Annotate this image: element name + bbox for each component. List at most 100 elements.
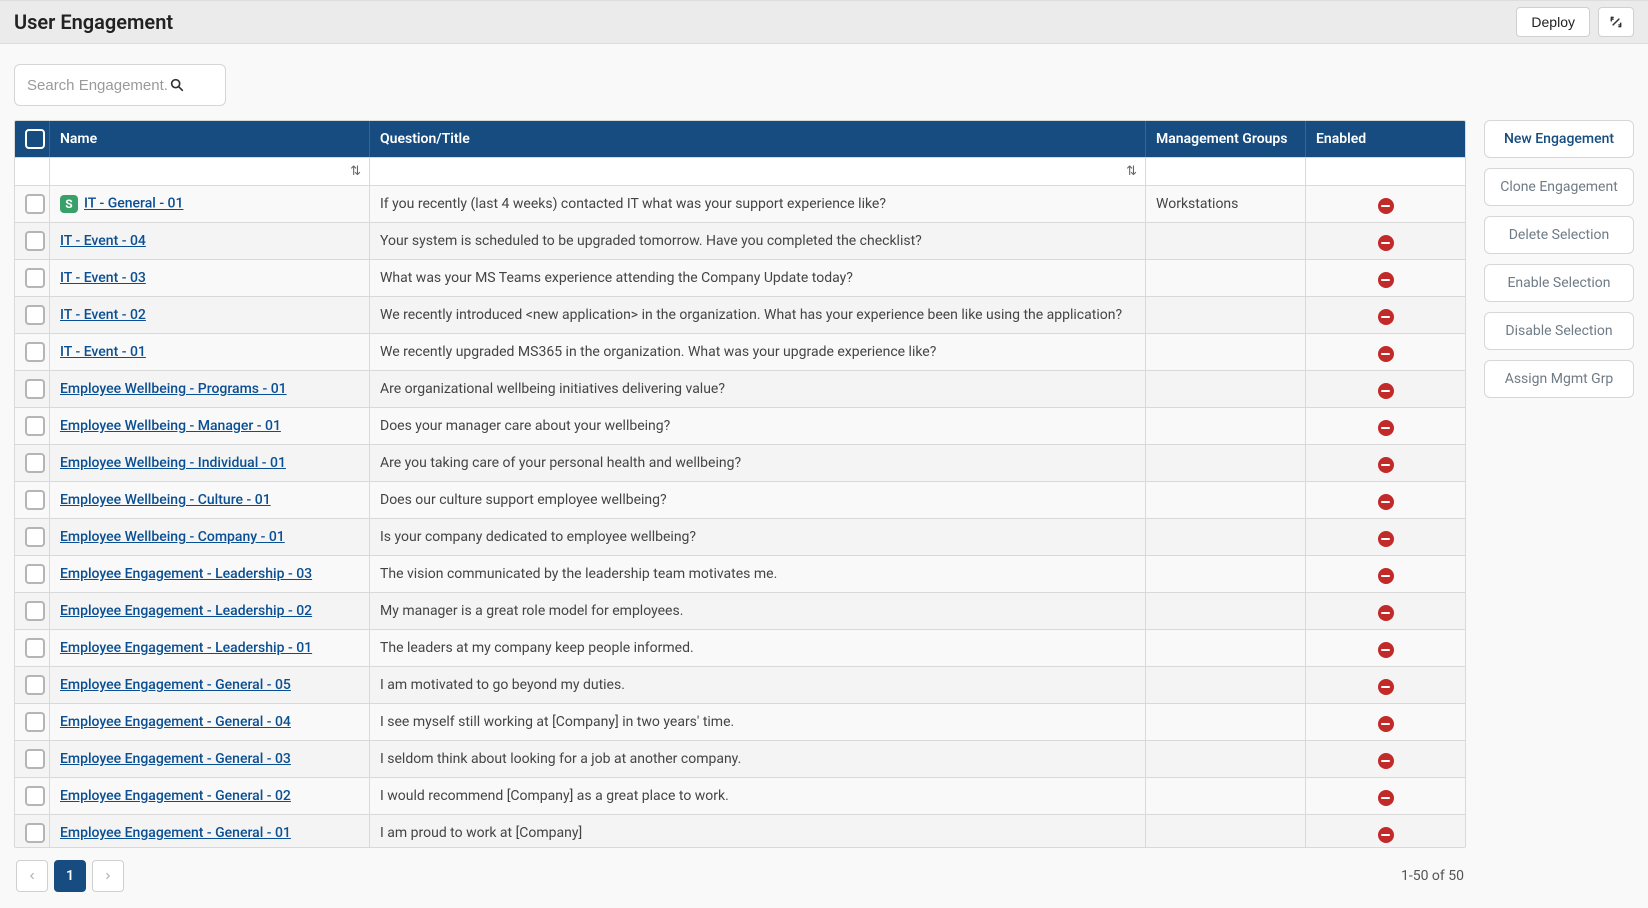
disabled-icon: [1378, 272, 1394, 288]
deploy-button[interactable]: Deploy: [1516, 7, 1590, 37]
disable-selection-button[interactable]: Disable Selection: [1484, 312, 1634, 350]
row-question-cell: The leaders at my company keep people in…: [369, 630, 1145, 667]
row-checkbox[interactable]: [25, 268, 45, 288]
filter-question-cell[interactable]: ⇅: [369, 157, 1145, 186]
row-mgmt-cell: [1145, 334, 1305, 371]
row-mgmt-cell: [1145, 667, 1305, 704]
row-checkbox[interactable]: [25, 823, 45, 843]
col-name[interactable]: Name: [49, 121, 369, 157]
row-checkbox[interactable]: [25, 342, 45, 362]
row-checkbox[interactable]: [25, 194, 45, 214]
page-header: User Engagement Deploy: [0, 0, 1648, 44]
row-checkbox-cell: [15, 371, 49, 408]
engagement-table-container[interactable]: Name Question/Title Management Groups En…: [14, 120, 1466, 848]
row-checkbox[interactable]: [25, 305, 45, 325]
row-checkbox[interactable]: [25, 601, 45, 621]
row-name-cell: IT - Event - 03: [49, 260, 369, 297]
row-checkbox-cell: [15, 223, 49, 260]
row-question-cell: I seldom think about looking for a job a…: [369, 741, 1145, 778]
row-mgmt-cell: [1145, 223, 1305, 260]
row-mgmt-cell: [1145, 371, 1305, 408]
row-name-cell: Employee Wellbeing - Programs - 01: [49, 371, 369, 408]
filter-name-cell[interactable]: ⇅: [49, 157, 369, 186]
row-name-cell: Employee Wellbeing - Manager - 01: [49, 408, 369, 445]
row-mgmt-cell: [1145, 260, 1305, 297]
pagination: 1: [16, 860, 124, 892]
engagement-link[interactable]: IT - General - 01: [84, 196, 183, 212]
engagement-link[interactable]: Employee Engagement - General - 02: [60, 788, 291, 804]
row-enabled-cell: [1305, 593, 1465, 630]
page-number-button[interactable]: 1: [54, 860, 86, 892]
row-mgmt-cell: [1145, 630, 1305, 667]
row-checkbox[interactable]: [25, 416, 45, 436]
engagement-link[interactable]: Employee Wellbeing - Culture - 01: [60, 492, 271, 508]
engagement-link[interactable]: Employee Engagement - Leadership - 02: [60, 603, 312, 619]
clone-engagement-button[interactable]: Clone Engagement: [1484, 168, 1634, 206]
search-input[interactable]: [25, 76, 169, 95]
row-checkbox[interactable]: [25, 675, 45, 695]
filter-mgmt-cell[interactable]: [1145, 157, 1305, 186]
engagement-link[interactable]: Employee Engagement - General - 03: [60, 751, 291, 767]
row-checkbox-cell: [15, 297, 49, 334]
engagement-link[interactable]: Employee Wellbeing - Manager - 01: [60, 418, 281, 434]
filter-enabled-cell[interactable]: [1305, 157, 1465, 186]
row-checkbox[interactable]: [25, 490, 45, 510]
engagement-link[interactable]: Employee Engagement - General - 04: [60, 714, 291, 730]
row-checkbox[interactable]: [25, 231, 45, 251]
row-checkbox[interactable]: [25, 453, 45, 473]
engagement-link[interactable]: Employee Wellbeing - Programs - 01: [60, 381, 287, 397]
row-checkbox[interactable]: [25, 786, 45, 806]
row-question-cell: The vision communicated by the leadershi…: [369, 556, 1145, 593]
engagement-link[interactable]: IT - Event - 03: [60, 270, 146, 286]
new-engagement-button[interactable]: New Engagement: [1484, 120, 1634, 158]
row-name-cell: Employee Wellbeing - Individual - 01: [49, 445, 369, 482]
engagement-link[interactable]: Employee Engagement - General - 01: [60, 825, 291, 841]
side-actions: New Engagement Clone Engagement Delete S…: [1484, 120, 1634, 904]
engagement-link[interactable]: Employee Engagement - General - 05: [60, 677, 291, 693]
page-next-button[interactable]: [92, 860, 124, 892]
row-checkbox[interactable]: [25, 749, 45, 769]
row-name-cell: Employee Wellbeing - Company - 01: [49, 519, 369, 556]
row-name-cell: Employee Engagement - General - 02: [49, 778, 369, 815]
col-question[interactable]: Question/Title: [369, 121, 1145, 157]
col-mgmt[interactable]: Management Groups: [1145, 121, 1305, 157]
table-row: Employee Wellbeing - Culture - 01Does ou…: [15, 482, 1465, 519]
disabled-icon: [1378, 568, 1394, 584]
enable-selection-button[interactable]: Enable Selection: [1484, 264, 1634, 302]
sort-icon[interactable]: ⇅: [1126, 164, 1137, 179]
page-prev-button[interactable]: [16, 860, 48, 892]
search-icon[interactable]: [169, 77, 185, 93]
row-checkbox[interactable]: [25, 564, 45, 584]
row-checkbox-cell: [15, 815, 49, 848]
engagement-link[interactable]: Employee Engagement - Leadership - 03: [60, 566, 312, 582]
engagement-link[interactable]: Employee Engagement - Leadership - 01: [60, 640, 312, 656]
engagement-link[interactable]: IT - Event - 01: [60, 344, 146, 360]
row-checkbox-cell: [15, 630, 49, 667]
assign-mgmt-grp-button[interactable]: Assign Mgmt Grp: [1484, 360, 1634, 398]
table-row: IT - Event - 03What was your MS Teams ex…: [15, 260, 1465, 297]
page-title: User Engagement: [14, 10, 173, 34]
row-checkbox[interactable]: [25, 712, 45, 732]
row-checkbox-cell: [15, 593, 49, 630]
row-question-cell: I see myself still working at [Company] …: [369, 704, 1145, 741]
col-enabled[interactable]: Enabled: [1305, 121, 1465, 157]
search-field[interactable]: [14, 64, 226, 106]
row-checkbox[interactable]: [25, 379, 45, 399]
row-enabled-cell: [1305, 408, 1465, 445]
col-checkbox[interactable]: [15, 121, 49, 157]
disabled-icon: [1378, 420, 1394, 436]
row-enabled-cell: [1305, 519, 1465, 556]
table-row: Employee Engagement - General - 01I am p…: [15, 815, 1465, 848]
row-checkbox[interactable]: [25, 527, 45, 547]
sort-icon[interactable]: ⇅: [350, 164, 361, 179]
row-mgmt-cell: [1145, 778, 1305, 815]
row-checkbox[interactable]: [25, 638, 45, 658]
engagement-link[interactable]: IT - Event - 04: [60, 233, 146, 249]
engagement-link[interactable]: IT - Event - 02: [60, 307, 146, 323]
delete-selection-button[interactable]: Delete Selection: [1484, 216, 1634, 254]
select-all-checkbox[interactable]: [25, 129, 45, 149]
expand-button[interactable]: [1598, 7, 1634, 37]
engagement-link[interactable]: Employee Wellbeing - Company - 01: [60, 529, 285, 545]
disabled-icon: [1378, 827, 1394, 843]
engagement-link[interactable]: Employee Wellbeing - Individual - 01: [60, 455, 286, 471]
